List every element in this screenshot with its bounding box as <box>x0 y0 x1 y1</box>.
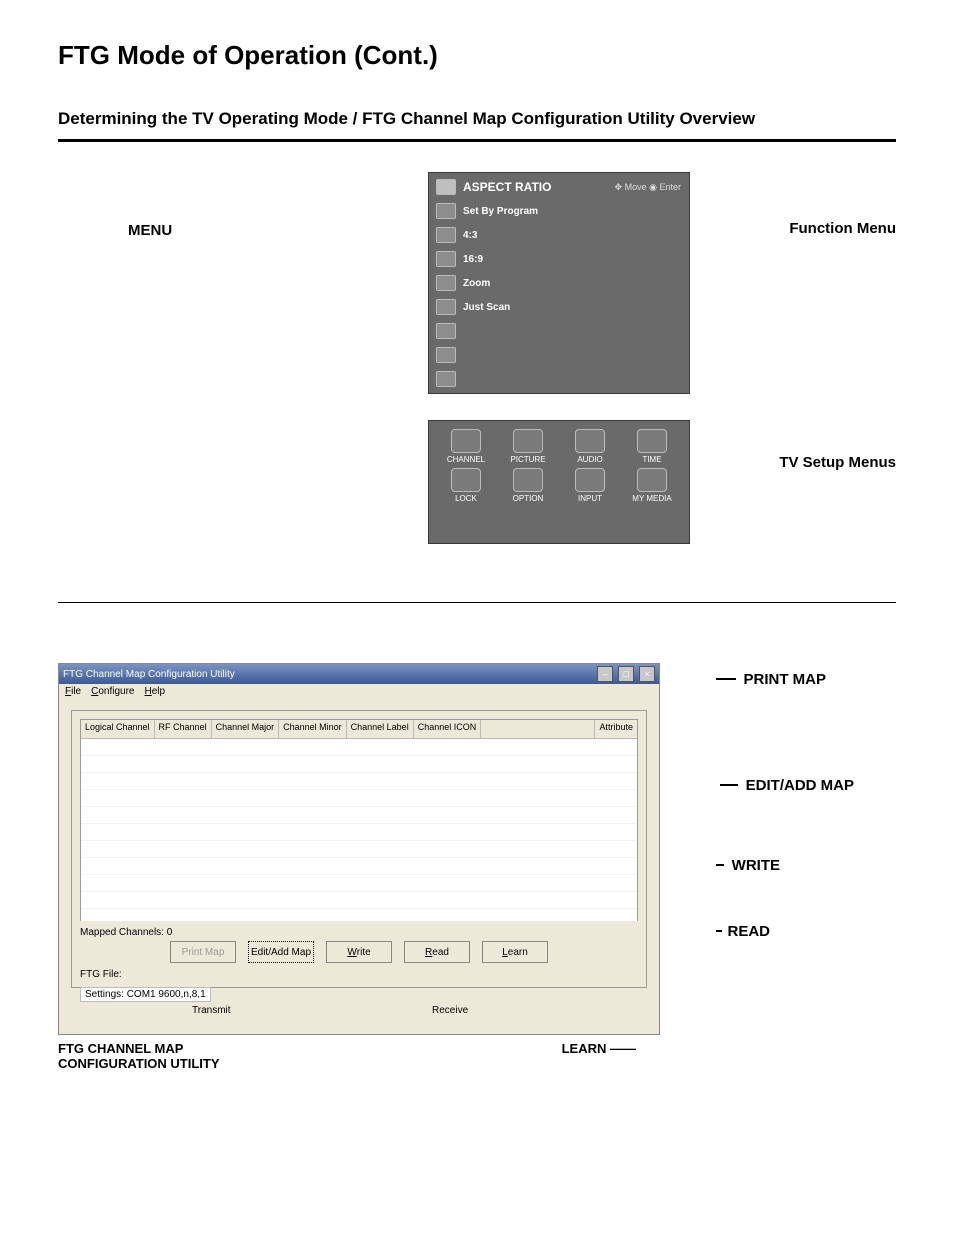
aspect-option[interactable]: Zoom <box>463 278 490 289</box>
input-icon <box>575 468 605 492</box>
table-header: Logical Channel RF Channel Channel Major… <box>81 720 637 739</box>
setup-item-audio[interactable]: AUDIO <box>561 429 619 464</box>
table-body[interactable] <box>81 739 637 921</box>
minimize-button[interactable]: – <box>597 666 613 682</box>
aspect-option[interactable]: 4:3 <box>463 230 477 241</box>
setup-item-time[interactable]: TIME <box>623 429 681 464</box>
setup-item-channel[interactable]: CHANNEL <box>437 429 495 464</box>
window-menubar: File Configure Help <box>59 684 659 704</box>
setup-item-lock[interactable]: LOCK <box>437 468 495 503</box>
menu-icon <box>436 203 456 219</box>
col-icon[interactable]: Channel ICON <box>414 720 482 738</box>
col-logical[interactable]: Logical Channel <box>81 720 155 738</box>
divider <box>58 139 896 142</box>
learn-button[interactable]: Learn <box>482 941 548 963</box>
utility-caption: FTG CHANNEL MAP CONFIGURATION UTILITY <box>58 1041 220 1071</box>
col-label[interactable]: Channel Label <box>347 720 414 738</box>
callout-edit: EDIT/ADD MAP <box>746 777 854 794</box>
col-attribute[interactable]: Attribute <box>594 720 637 738</box>
time-icon <box>637 429 667 453</box>
window-client-area: Logical Channel RF Channel Channel Major… <box>71 710 647 988</box>
nav-hint: ✥ Move ◉ Enter <box>615 182 681 193</box>
aspect-option[interactable]: Just Scan <box>463 302 510 313</box>
leader-line <box>716 930 722 932</box>
setup-item-option[interactable]: OPTION <box>499 468 557 503</box>
setup-item-input[interactable]: INPUT <box>561 468 619 503</box>
aspect-option[interactable]: Set By Program <box>463 206 538 217</box>
page-title: FTG Mode of Operation (Cont.) <box>58 40 896 71</box>
lock-icon <box>451 468 481 492</box>
channel-icon <box>451 429 481 453</box>
col-minor[interactable]: Channel Minor <box>279 720 347 738</box>
menu-help[interactable]: Help <box>145 686 166 702</box>
callout-read: READ <box>727 923 770 940</box>
read-button[interactable]: Read <box>404 941 470 963</box>
setup-menus-label: TV Setup Menus <box>779 454 896 471</box>
learn-caption: LEARN —— <box>562 1041 636 1071</box>
tv-menu-panel: MENU Function Menu TV Setup Menus ASPECT… <box>58 172 896 582</box>
setup-item-mymedia[interactable]: MY MEDIA <box>623 468 681 503</box>
menu-icon <box>436 275 456 291</box>
print-map-button[interactable]: Print Map <box>170 941 236 963</box>
settings-label: Settings: COM1 9600,n,8,1 <box>80 987 211 1002</box>
option-icon <box>513 468 543 492</box>
menu-icon <box>436 347 456 363</box>
picture-icon <box>513 429 543 453</box>
window-title: FTG Channel Map Configuration Utility <box>63 669 235 680</box>
menu-label: MENU <box>128 222 172 239</box>
aspect-option[interactable]: 16:9 <box>463 254 483 265</box>
callout-write: WRITE <box>732 857 780 874</box>
utility-panel: FTG Channel Map Configuration Utility – … <box>58 663 896 1113</box>
mymedia-icon <box>637 468 667 492</box>
col-rf[interactable]: RF Channel <box>155 720 212 738</box>
audio-icon <box>575 429 605 453</box>
menu-icon <box>436 227 456 243</box>
write-button[interactable]: Write <box>326 941 392 963</box>
utility-window: FTG Channel Map Configuration Utility – … <box>58 663 660 1035</box>
tv-setup-menu: CHANNEL PICTURE AUDIO TIME LOCK OPTION I… <box>428 420 690 544</box>
mapped-channels-label: Mapped Channels: 0 <box>80 927 638 938</box>
close-button[interactable]: × <box>639 666 655 682</box>
aspect-ratio-menu: ASPECT RATIO ✥ Move ◉ Enter Set By Progr… <box>428 172 690 394</box>
leader-line <box>716 678 736 680</box>
transmit-label: Transmit <box>192 1005 231 1016</box>
receive-label: Receive <box>432 1005 468 1016</box>
col-major[interactable]: Channel Major <box>212 720 280 738</box>
channel-table: Logical Channel RF Channel Channel Major… <box>80 719 638 921</box>
menu-configure[interactable]: Configure <box>91 686 134 702</box>
menu-icon <box>436 251 456 267</box>
maximize-button[interactable]: □ <box>618 666 634 682</box>
menu-icon <box>436 371 456 387</box>
leader-line <box>716 864 724 866</box>
edit-add-map-button[interactable]: Edit/Add Map <box>248 941 314 963</box>
callout-print: PRINT MAP <box>744 671 827 688</box>
setup-item-picture[interactable]: PICTURE <box>499 429 557 464</box>
divider <box>58 602 896 603</box>
ftg-file-label: FTG File: <box>80 969 122 980</box>
menu-icon <box>436 299 456 315</box>
menu-icon <box>436 323 456 339</box>
window-titlebar: FTG Channel Map Configuration Utility – … <box>59 664 659 684</box>
menu-file[interactable]: File <box>65 686 81 702</box>
section-subtitle: Determining the TV Operating Mode / FTG … <box>58 109 896 129</box>
aspect-ratio-icon <box>436 179 456 195</box>
aspect-ratio-title: ASPECT RATIO <box>463 180 551 194</box>
leader-line <box>720 784 738 786</box>
function-menu-label: Function Menu <box>789 220 896 237</box>
